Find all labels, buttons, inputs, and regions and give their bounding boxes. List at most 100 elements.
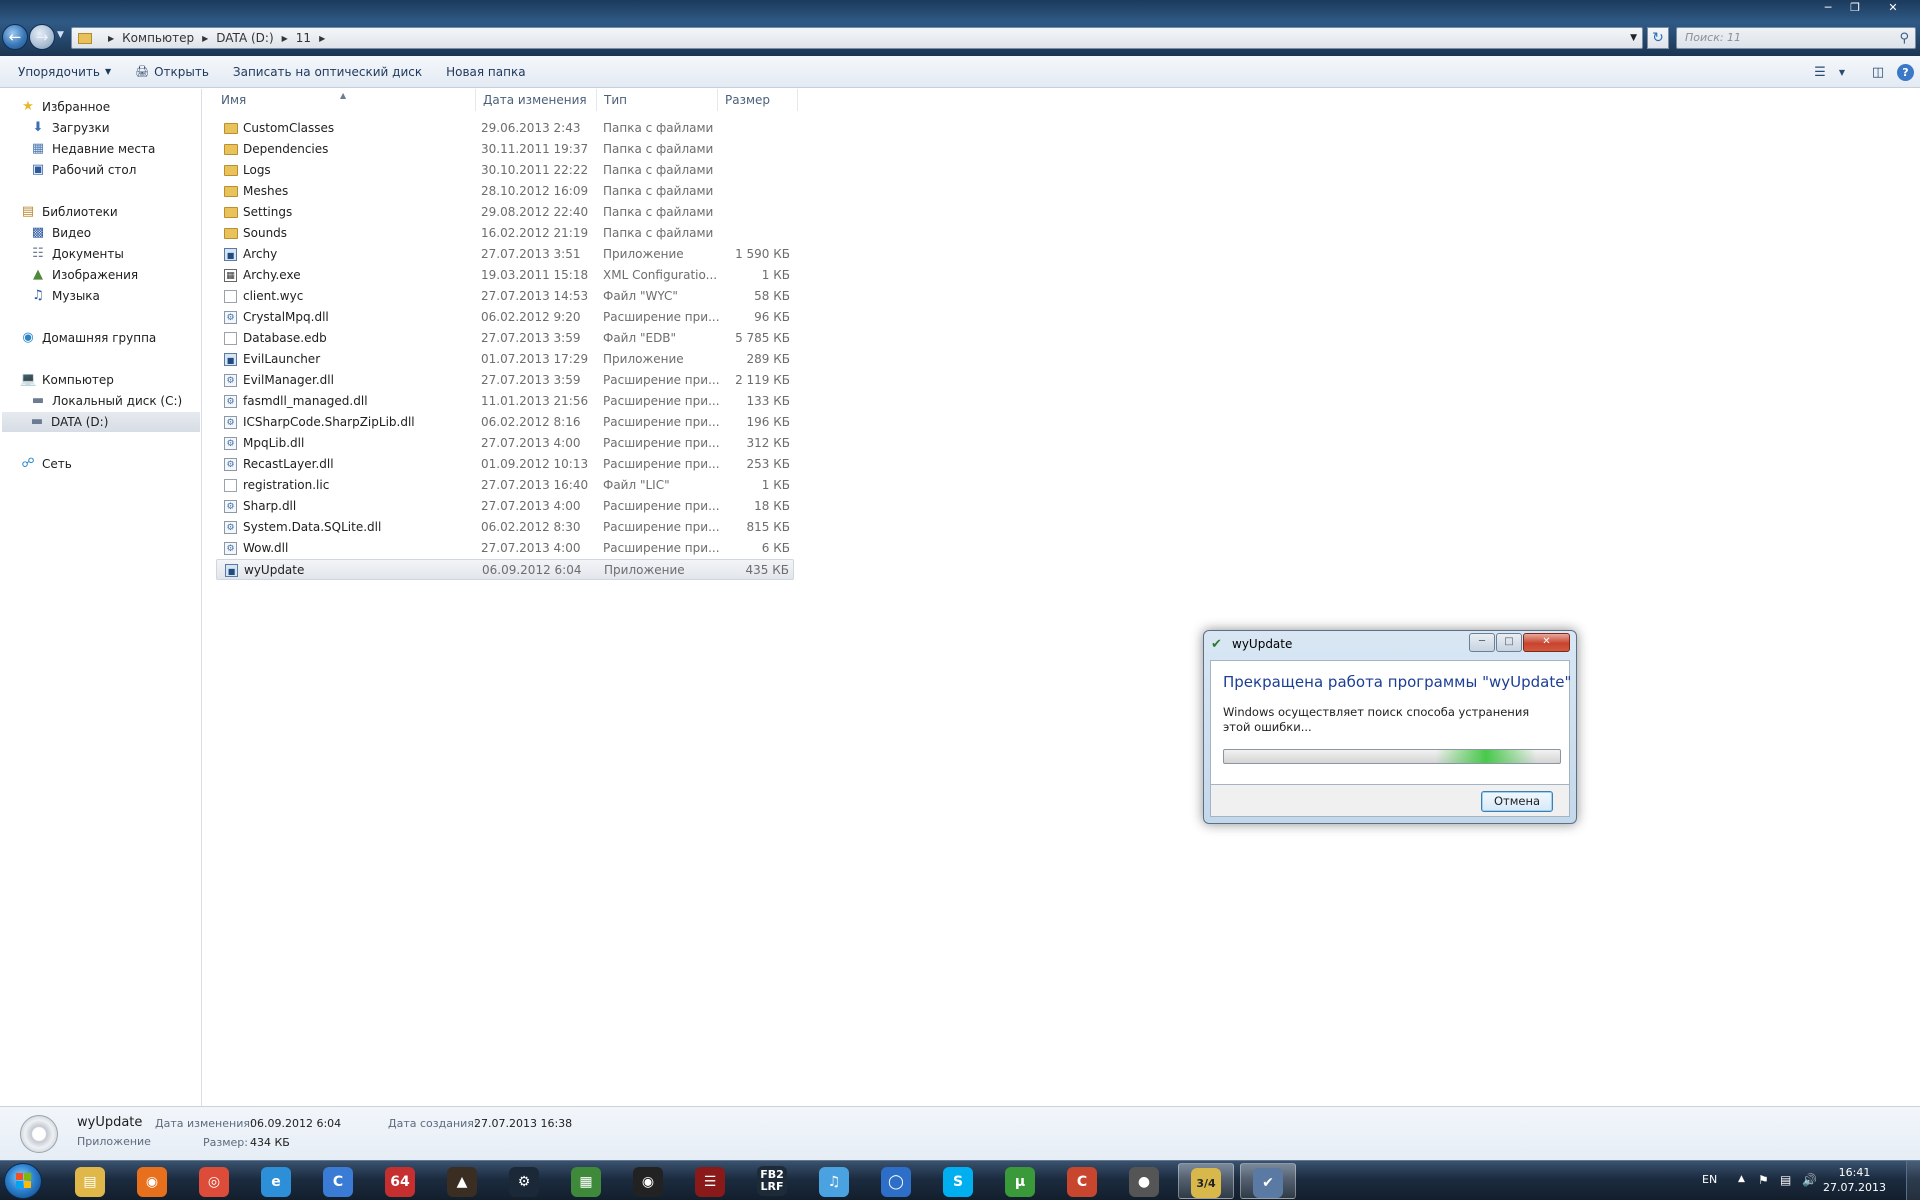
new-folder-button[interactable]: Новая папка [434, 65, 537, 79]
breadcrumb-computer[interactable]: Компьютер [122, 31, 194, 45]
taskbar-app-14-button[interactable]: ◯ [868, 1163, 924, 1199]
file-row[interactable]: Database.edb 27.07.2013 3:59 Файл "EDB" 5 7… [216, 328, 794, 349]
taskbar-cclean-button[interactable]: C [310, 1163, 366, 1199]
file-row[interactable]: ⚙ fasmdll_managed.dll 11.01.2013 21:56 Расш… [216, 391, 794, 412]
close-icon[interactable]: ✕ [1523, 633, 1570, 652]
view-options-icon[interactable]: ☰ [1805, 65, 1835, 80]
taskbar-app-11-button[interactable]: ☰ [682, 1163, 738, 1199]
breadcrumb-folder-11[interactable]: 11 [296, 31, 311, 45]
nav-homegroup[interactable]: ◉ Домашняя группа [20, 328, 156, 348]
file-row[interactable]: ⚙ Sharp.dll 27.07.2013 4:00 Расширение при.… [216, 496, 794, 517]
burn-button[interactable]: Записать на оптический диск [221, 65, 434, 79]
network-status-icon[interactable]: ▤ [1780, 1173, 1791, 1187]
nav-libraries[interactable]: ▤ Библиотеки [20, 202, 118, 222]
nav-local-disk[interactable]: ▬ Локальный диск (C:) [30, 391, 182, 411]
column-header-size[interactable]: Размер [718, 89, 798, 111]
maximize-icon[interactable]: □ [1496, 633, 1522, 652]
nav-video[interactable]: ▩ Видео [30, 223, 91, 243]
nav-music[interactable]: ♫ Музыка [30, 286, 100, 306]
taskbar-gamepad-button[interactable]: ● [1116, 1163, 1172, 1199]
column-header-date[interactable]: Дата изменения [476, 89, 597, 111]
file-row[interactable]: Meshes 28.10.2012 16:09 Папка с файлами [216, 181, 794, 202]
chevron-down-icon[interactable]: ▼ [1630, 33, 1637, 43]
taskbar-firefox-button[interactable]: ◉ [124, 1163, 180, 1199]
taskbar-aida64-button[interactable]: 64 [372, 1163, 428, 1199]
nav-downloads[interactable]: ⬇ Загрузки [30, 118, 110, 138]
file-row[interactable]: ■ EvilLauncher 01.07.2013 17:29 Приложение 2… [216, 349, 794, 370]
taskbar-wyupdate-button[interactable]: ✔ [1240, 1163, 1296, 1199]
language-indicator[interactable]: EN [1702, 1173, 1717, 1186]
file-row[interactable]: Dependencies 30.11.2011 19:37 Папка с файл… [216, 139, 794, 160]
file-row[interactable]: ■ Archy 27.07.2013 3:51 Приложение 1 590 КБ [216, 244, 794, 265]
taskbar-steam-button[interactable]: ⚙ [496, 1163, 552, 1199]
taskbar-chrome-button[interactable]: ◎ [186, 1163, 242, 1199]
restore-icon[interactable]: ❐ [1843, 0, 1867, 17]
breadcrumb-data-drive[interactable]: DATA (D:) [216, 31, 273, 45]
file-row[interactable]: Sounds 16.02.2012 21:19 Папка с файлами [216, 223, 794, 244]
help-icon[interactable]: ? [1897, 63, 1914, 81]
nav-computer[interactable]: 💻 Компьютер [20, 370, 114, 390]
organize-button[interactable]: Упорядочить ▼ [0, 65, 123, 79]
column-header-name[interactable]: Имя ▲ [214, 89, 476, 111]
chevron-right-icon[interactable]: ▶ [108, 34, 114, 43]
column-header-type[interactable]: Тип [597, 89, 718, 111]
refresh-icon[interactable]: ↻ [1647, 27, 1669, 49]
nav-network[interactable]: ☍ Сеть [20, 454, 71, 474]
file-row[interactable]: ▦ Archy.exe 19.03.2011 15:18 XML Configurat… [216, 265, 794, 286]
chevron-right-icon[interactable]: ▶ [282, 34, 288, 43]
taskbar-skype-button[interactable]: S [930, 1163, 986, 1199]
taskbar-utorrent-button[interactable]: μ [992, 1163, 1048, 1199]
chevron-down-icon[interactable]: ▼ [1835, 68, 1849, 77]
file-row[interactable]: ⚙ RecastLayer.dll 01.09.2012 10:13 Расширен… [216, 454, 794, 475]
nav-data-drive[interactable]: ▬ DATA (D:) [2, 412, 200, 432]
search-input[interactable]: Поиск: 11 ⚲ [1676, 27, 1916, 49]
chevron-right-icon[interactable]: ▶ [319, 34, 325, 43]
file-row[interactable]: ⚙ CrystalMpq.dll 06.02.2012 9:20 Расширение… [216, 307, 794, 328]
address-bar[interactable]: ▶ Компьютер ▶ DATA (D:) ▶ 11 ▶ ▼ [71, 27, 1643, 49]
file-type: Расширение при... [603, 394, 720, 408]
taskbar-fb2-lrf-button[interactable]: FB2 LRF [744, 1163, 800, 1199]
file-row[interactable]: registration.lic 27.07.2013 16:40 Файл "LI… [216, 475, 794, 496]
start-button[interactable] [4, 1163, 42, 1199]
file-row[interactable]: CustomClasses 29.06.2013 2:43 Папка с файл… [216, 118, 794, 139]
dialog-footer: Отмена [1210, 785, 1570, 817]
file-row[interactable]: client.wyc 27.07.2013 14:53 Файл "WYC" 58 К… [216, 286, 794, 307]
cancel-button[interactable]: Отмена [1481, 791, 1553, 812]
file-row[interactable]: ⚙ MpqLib.dll 27.07.2013 4:00 Расширение при… [216, 433, 794, 454]
close-icon[interactable]: ✕ [1870, 0, 1916, 17]
back-arrow-icon[interactable]: ← [2, 24, 28, 50]
file-row[interactable]: Settings 29.08.2012 22:40 Папка с файлами [216, 202, 794, 223]
preview-pane-icon[interactable]: ◫ [1863, 65, 1893, 80]
taskbar-explorer-button[interactable]: ▤ [62, 1163, 118, 1199]
taskbar-ie-button[interactable]: e [248, 1163, 304, 1199]
forward-arrow-icon[interactable]: → [29, 24, 55, 50]
nav-recent[interactable]: ▦ Недавние места [30, 139, 156, 159]
nav-desktop[interactable]: ▣ Рабочий стол [30, 160, 137, 180]
nav-documents[interactable]: ☷ Документы [30, 244, 124, 264]
recent-pages-chevron-icon[interactable]: ▼ [57, 30, 64, 40]
clock[interactable]: 16:41 27.07.2013 [1823, 1165, 1886, 1195]
chevron-right-icon[interactable]: ▶ [202, 34, 208, 43]
show-hidden-icons-icon[interactable]: ▲ [1738, 1174, 1745, 1184]
taskbar-app-7-button[interactable]: ▲ [434, 1163, 490, 1199]
taskbar-ccleaner-button[interactable]: C [1054, 1163, 1110, 1199]
minimize-icon[interactable]: ─ [1469, 633, 1495, 652]
file-row[interactable]: Logs 30.10.2011 22:22 Папка с файлами [216, 160, 794, 181]
file-row[interactable]: ⚙ Wow.dll 27.07.2013 4:00 Расширение при...… [216, 538, 794, 559]
show-desktop-button[interactable] [1906, 1161, 1920, 1200]
volume-icon[interactable]: 🔊 [1802, 1173, 1817, 1187]
taskbar-app-9-button[interactable]: ▦ [558, 1163, 614, 1199]
file-row[interactable]: ⚙ ICSharpCode.SharpZipLib.dll 06.02.2012 8… [216, 412, 794, 433]
file-row[interactable]: ■ wyUpdate 06.09.2012 6:04 Приложение 435 КБ [216, 559, 794, 580]
taskbar-calendar-button[interactable]: 3/4 [1178, 1163, 1234, 1199]
nav-images[interactable]: ▲ Изображения [30, 265, 138, 285]
taskbar-obs-button[interactable]: ◉ [620, 1163, 676, 1199]
minimize-icon[interactable]: ─ [1816, 0, 1840, 17]
file-row[interactable]: ⚙ System.Data.SQLite.dll 06.02.2012 8:30 Ра… [216, 517, 794, 538]
nav-favorites[interactable]: ★ Избранное [20, 97, 110, 117]
action-center-flag-icon[interactable]: ⚑ [1758, 1173, 1769, 1187]
taskbar-music-button[interactable]: ♫ [806, 1163, 862, 1199]
file-row[interactable]: ⚙ EvilManager.dll 27.07.2013 3:59 Расширени… [216, 370, 794, 391]
search-icon[interactable]: ⚲ [1899, 29, 1909, 49]
open-button[interactable]: 🖨 Открыть [123, 65, 221, 79]
